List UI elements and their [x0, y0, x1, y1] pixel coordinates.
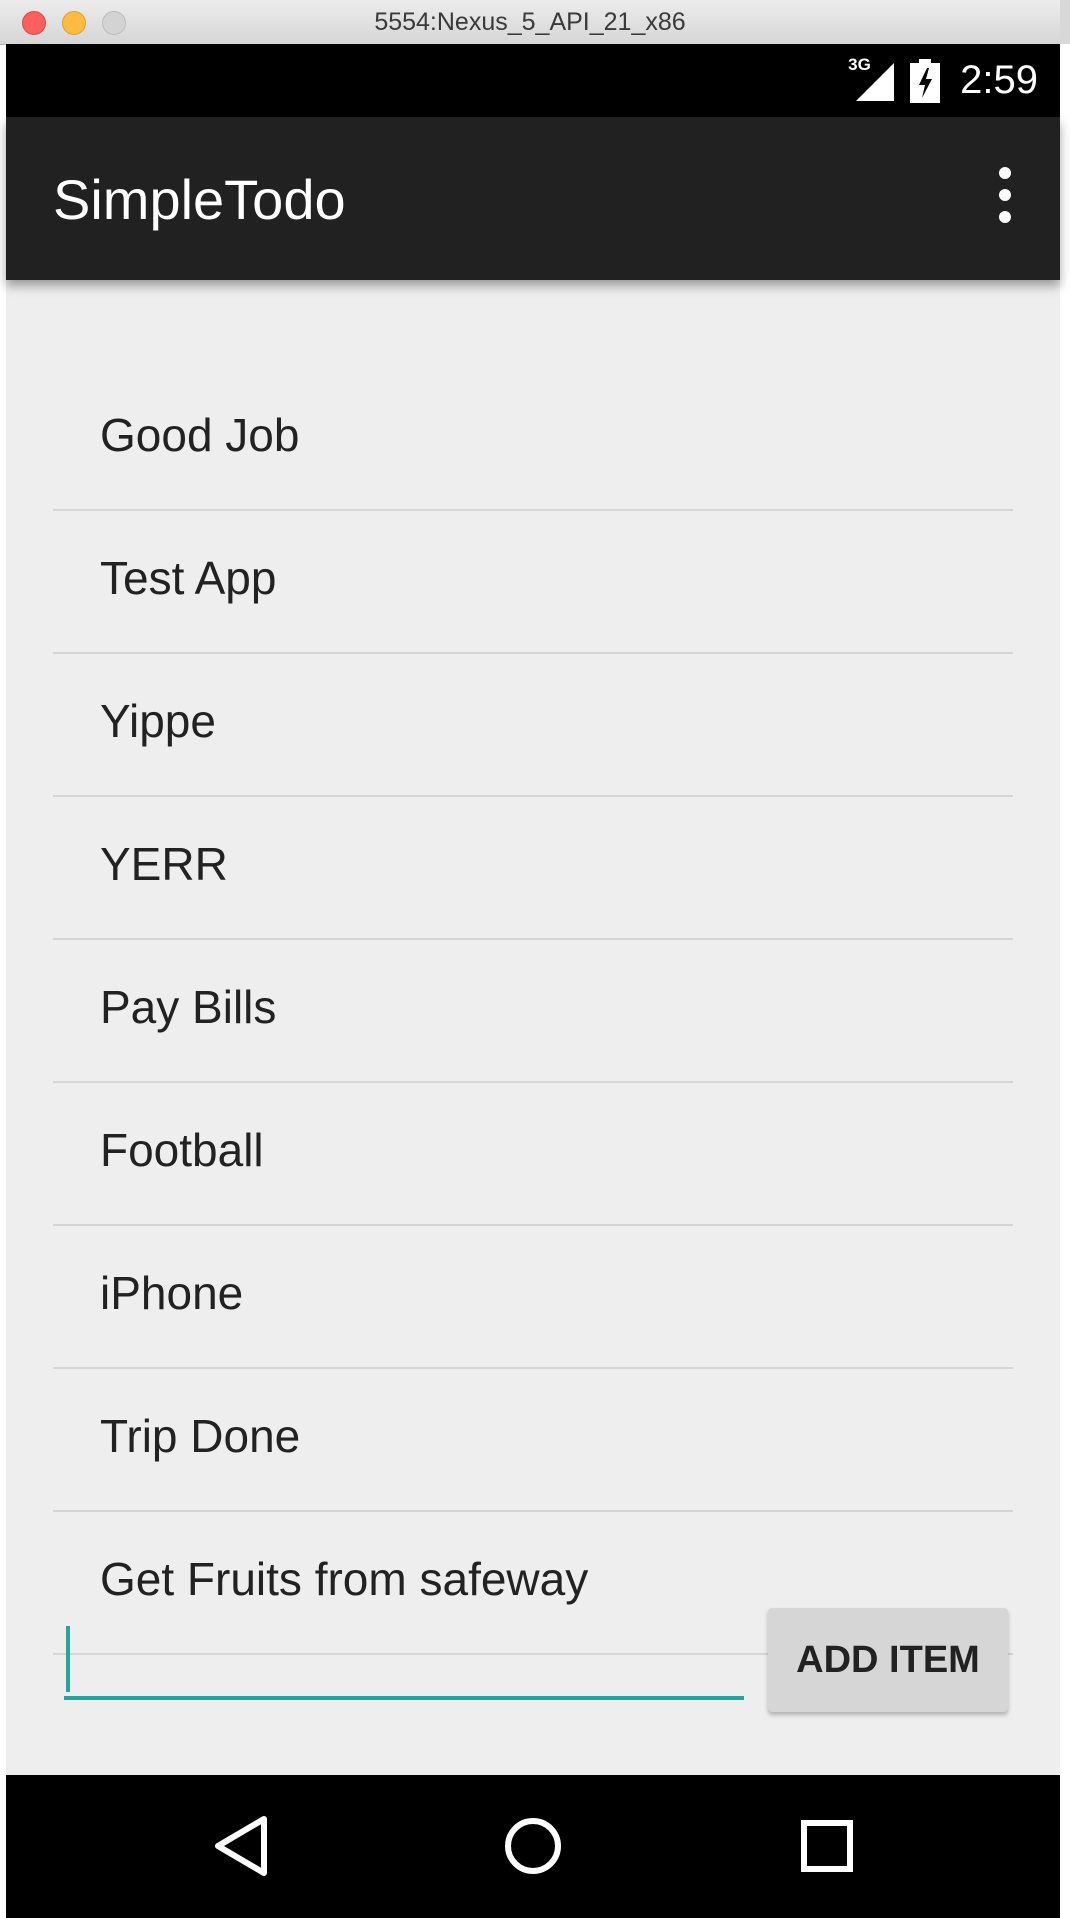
home-icon[interactable]	[498, 1811, 568, 1881]
list-item-label: Football	[100, 1124, 264, 1176]
app-title: SimpleTodo	[53, 168, 346, 231]
list-item-label: Good Job	[100, 409, 300, 461]
navigation-bar	[6, 1775, 1060, 1918]
status-icons: 3G 2:59	[848, 44, 1038, 117]
app-bar: SimpleTodo	[6, 117, 1060, 280]
list-item[interactable]: Pay Bills	[53, 940, 1013, 1083]
recents-icon[interactable]	[792, 1811, 862, 1881]
list-item[interactable]: YERR	[53, 797, 1013, 940]
list-item-label: Get Fruits from safeway	[100, 1553, 589, 1605]
signal-icon: 3G	[848, 55, 896, 103]
background-ide-window	[1060, 44, 1070, 1918]
list-item-label: YERR	[100, 838, 228, 890]
list-item-label: Yippe	[100, 695, 216, 747]
status-bar: 3G 2:59	[6, 44, 1060, 117]
text-cursor	[66, 1626, 70, 1692]
window-title: 5554:Nexus_5_API_21_x86	[374, 8, 686, 36]
todo-list: Good Job Test App Yippe YERR Pay Bills Footba…	[53, 368, 1013, 1655]
list-item[interactable]: Test App	[53, 511, 1013, 654]
emulator-screen: 3G 2:59 SimpleTodo Good Job Test App Yip…	[6, 44, 1060, 1918]
list-item[interactable]: Good Job	[53, 368, 1013, 511]
list-item-label: Test App	[100, 552, 277, 604]
list-item[interactable]: Yippe	[53, 654, 1013, 797]
list-item[interactable]: iPhone	[53, 1226, 1013, 1369]
screen: 5554:Nexus_5_API_21_x86 3G 2:59 SimpleTo…	[0, 0, 1070, 1918]
emulator-window-titlebar: 5554:Nexus_5_API_21_x86	[0, 0, 1060, 45]
list-item-label: iPhone	[100, 1267, 244, 1319]
new-item-row: ADD ITEM	[6, 1602, 1060, 1722]
list-item-label: Pay Bills	[100, 981, 277, 1033]
back-icon[interactable]	[206, 1811, 276, 1881]
battery-charging-icon	[910, 58, 941, 103]
list-item[interactable]: Football	[53, 1083, 1013, 1226]
status-clock: 2:59	[960, 58, 1038, 102]
overflow-menu-icon[interactable]	[990, 165, 1020, 225]
new-item-input[interactable]	[64, 1620, 744, 1700]
list-item[interactable]: Trip Done	[53, 1369, 1013, 1512]
list-item-label: Trip Done	[100, 1410, 301, 1462]
network-type-label: 3G	[848, 54, 871, 74]
add-item-button[interactable]: ADD ITEM	[768, 1608, 1008, 1712]
